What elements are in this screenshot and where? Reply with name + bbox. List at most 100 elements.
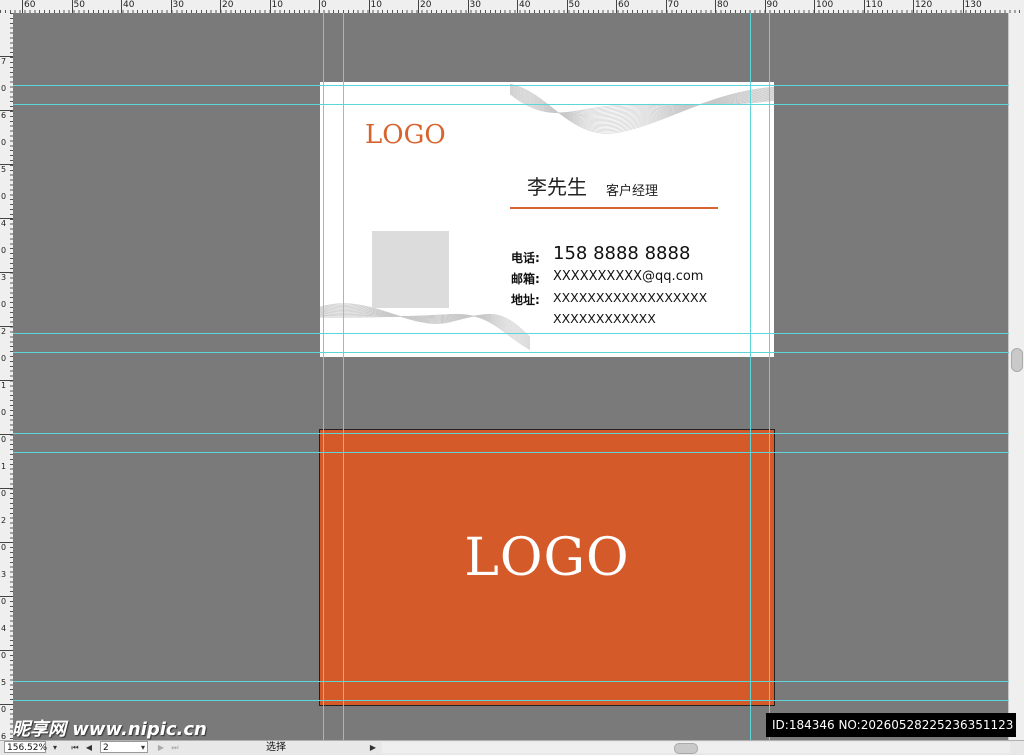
ruler-label: 3 bbox=[1, 273, 7, 282]
ruler-label: 0 bbox=[1, 84, 7, 93]
ruler-label: 10 bbox=[370, 0, 382, 10]
ruler-label: 30 bbox=[172, 0, 184, 10]
ruler-major-tick bbox=[0, 56, 13, 57]
ruler-major-tick bbox=[71, 0, 73, 13]
address-label: 地址: bbox=[511, 293, 540, 307]
ruler-major-tick bbox=[764, 0, 766, 13]
ruler-label: 0 bbox=[1, 192, 7, 201]
ruler-label: 0 bbox=[321, 0, 327, 10]
ruler-label: 40 bbox=[519, 0, 531, 10]
zoom-field[interactable]: 156.52% bbox=[4, 741, 47, 753]
ruler-label: 100 bbox=[816, 0, 834, 10]
ruler-label: 130 bbox=[964, 0, 982, 10]
business-card-front[interactable]: LOGO 李先生 客户经理 电话: 158 8888 8888 邮箱: XXXX… bbox=[320, 82, 774, 357]
ruler-label: 0 bbox=[1, 138, 7, 147]
document-canvas[interactable]: LOGO 李先生 客户经理 电话: 158 8888 8888 邮箱: XXXX… bbox=[13, 13, 1009, 740]
guide-vertical[interactable] bbox=[750, 13, 751, 740]
current-tool-status: 选择 bbox=[266, 742, 286, 753]
ruler-label: 0 bbox=[1, 435, 7, 444]
photo-placeholder bbox=[372, 231, 449, 308]
back-logo: LOGO bbox=[464, 528, 630, 588]
guide-horizontal[interactable] bbox=[13, 700, 1009, 701]
ruler-label: 5 bbox=[1, 165, 7, 174]
person-name: 李先生 bbox=[527, 175, 587, 199]
ruler-major-tick bbox=[0, 704, 13, 705]
ruler-label: 1 bbox=[1, 381, 7, 390]
ruler-label: 80 bbox=[717, 0, 729, 10]
ruler-major-tick bbox=[0, 434, 13, 435]
ruler-label: 2 bbox=[1, 516, 7, 525]
ruler-major-tick bbox=[962, 0, 964, 13]
ruler-major-tick bbox=[0, 380, 13, 381]
ruler-label: 0 bbox=[1, 489, 7, 498]
guide-horizontal[interactable] bbox=[13, 333, 1009, 334]
address-value-line1: XXXXXXXXXXXXXXXXXX bbox=[553, 290, 708, 305]
ruler-label: 0 bbox=[1, 543, 7, 552]
ruler-label: 4 bbox=[1, 624, 7, 633]
ruler-major-tick bbox=[220, 0, 221, 13]
status-menu-icon[interactable]: ▶ bbox=[368, 742, 378, 753]
email-value: XXXXXXXXXX@qq.com bbox=[553, 269, 704, 284]
first-page-icon[interactable]: ⏮ bbox=[70, 742, 80, 753]
ruler-major-tick bbox=[0, 164, 13, 165]
last-page-icon[interactable]: ⏭ bbox=[170, 742, 180, 753]
ruler-label: 120 bbox=[915, 0, 933, 10]
guide-vertical[interactable] bbox=[769, 13, 770, 740]
ruler-major-tick bbox=[22, 0, 23, 13]
ruler-label: 110 bbox=[865, 0, 883, 10]
guide-horizontal[interactable] bbox=[13, 681, 1009, 682]
ruler-label: 3 bbox=[1, 570, 7, 579]
ruler-major-tick bbox=[0, 542, 13, 543]
previous-page-icon[interactable]: ◀ bbox=[84, 742, 94, 753]
guide-horizontal[interactable] bbox=[13, 452, 1009, 453]
name-underline bbox=[510, 207, 718, 209]
horizontal-scroll-thumb[interactable] bbox=[674, 743, 698, 754]
wave-decoration-top bbox=[510, 83, 774, 134]
vertical-scrollbar[interactable] bbox=[1008, 13, 1024, 740]
ruler-major-tick bbox=[0, 488, 13, 489]
guide-horizontal[interactable] bbox=[13, 85, 1009, 86]
ruler-major-tick bbox=[0, 650, 13, 651]
ruler-label: 1 bbox=[1, 462, 7, 471]
zoom-dropdown-icon[interactable]: ▾ bbox=[50, 742, 60, 753]
vertical-scroll-thumb[interactable] bbox=[1011, 348, 1023, 372]
guide-horizontal[interactable] bbox=[13, 104, 1009, 105]
status-bar: 156.52% ▾ ⏮ ◀ 2 ▾ ▶ ⏭ 选择 ▶ bbox=[0, 740, 1024, 755]
ruler-major-tick bbox=[566, 0, 568, 13]
ruler-major-tick bbox=[863, 0, 865, 13]
ruler-label: 0 bbox=[1, 300, 7, 309]
horizontal-ruler[interactable]: 60 50 40 30 20 10 0 10 20 30 40 50 60 70 80 90 100 110 120… bbox=[0, 0, 1024, 14]
ruler-label: 40 bbox=[123, 0, 135, 10]
ruler-label: 10 bbox=[271, 0, 283, 10]
ruler-label: 0 bbox=[1, 408, 7, 417]
ruler-label: 50 bbox=[568, 0, 580, 10]
ruler-label: 30 bbox=[469, 0, 481, 10]
ruler-major-tick bbox=[517, 0, 518, 13]
ruler-major-tick bbox=[0, 326, 13, 327]
next-page-icon[interactable]: ▶ bbox=[156, 742, 166, 753]
ruler-major-tick bbox=[913, 0, 914, 13]
ruler-major-tick bbox=[814, 0, 815, 13]
ruler-label: 0 bbox=[1, 597, 7, 606]
horizontal-scrollbar[interactable] bbox=[382, 742, 1010, 754]
ruler-major-tick bbox=[0, 272, 13, 273]
ruler-label: 50 bbox=[73, 0, 85, 10]
ruler-major-tick bbox=[0, 110, 13, 111]
page-dropdown-icon[interactable]: ▾ bbox=[138, 742, 148, 753]
ruler-major-tick bbox=[0, 596, 13, 597]
guide-vertical[interactable] bbox=[323, 13, 324, 740]
business-card-back[interactable]: LOGO bbox=[319, 429, 775, 706]
ruler-major-tick bbox=[0, 218, 13, 219]
vertical-ruler[interactable]: 7 0 6 0 5 0 4 0 3 0 2 0 1 0 0 1 0 2 0 3 0 4 0 5 0 6 bbox=[0, 13, 14, 740]
ruler-label: 60 bbox=[24, 0, 36, 10]
guide-vertical[interactable] bbox=[343, 13, 344, 740]
guide-horizontal[interactable] bbox=[13, 352, 1009, 353]
phone-label: 电话: bbox=[511, 251, 540, 265]
ruler-label: 4 bbox=[1, 219, 7, 228]
ruler-label: 6 bbox=[1, 732, 7, 741]
ruler-major-tick bbox=[616, 0, 617, 13]
ruler-label: 0 bbox=[1, 651, 7, 660]
guide-horizontal[interactable] bbox=[13, 433, 1009, 434]
ruler-major-tick bbox=[269, 0, 271, 13]
ruler-label: 0 bbox=[1, 705, 7, 714]
